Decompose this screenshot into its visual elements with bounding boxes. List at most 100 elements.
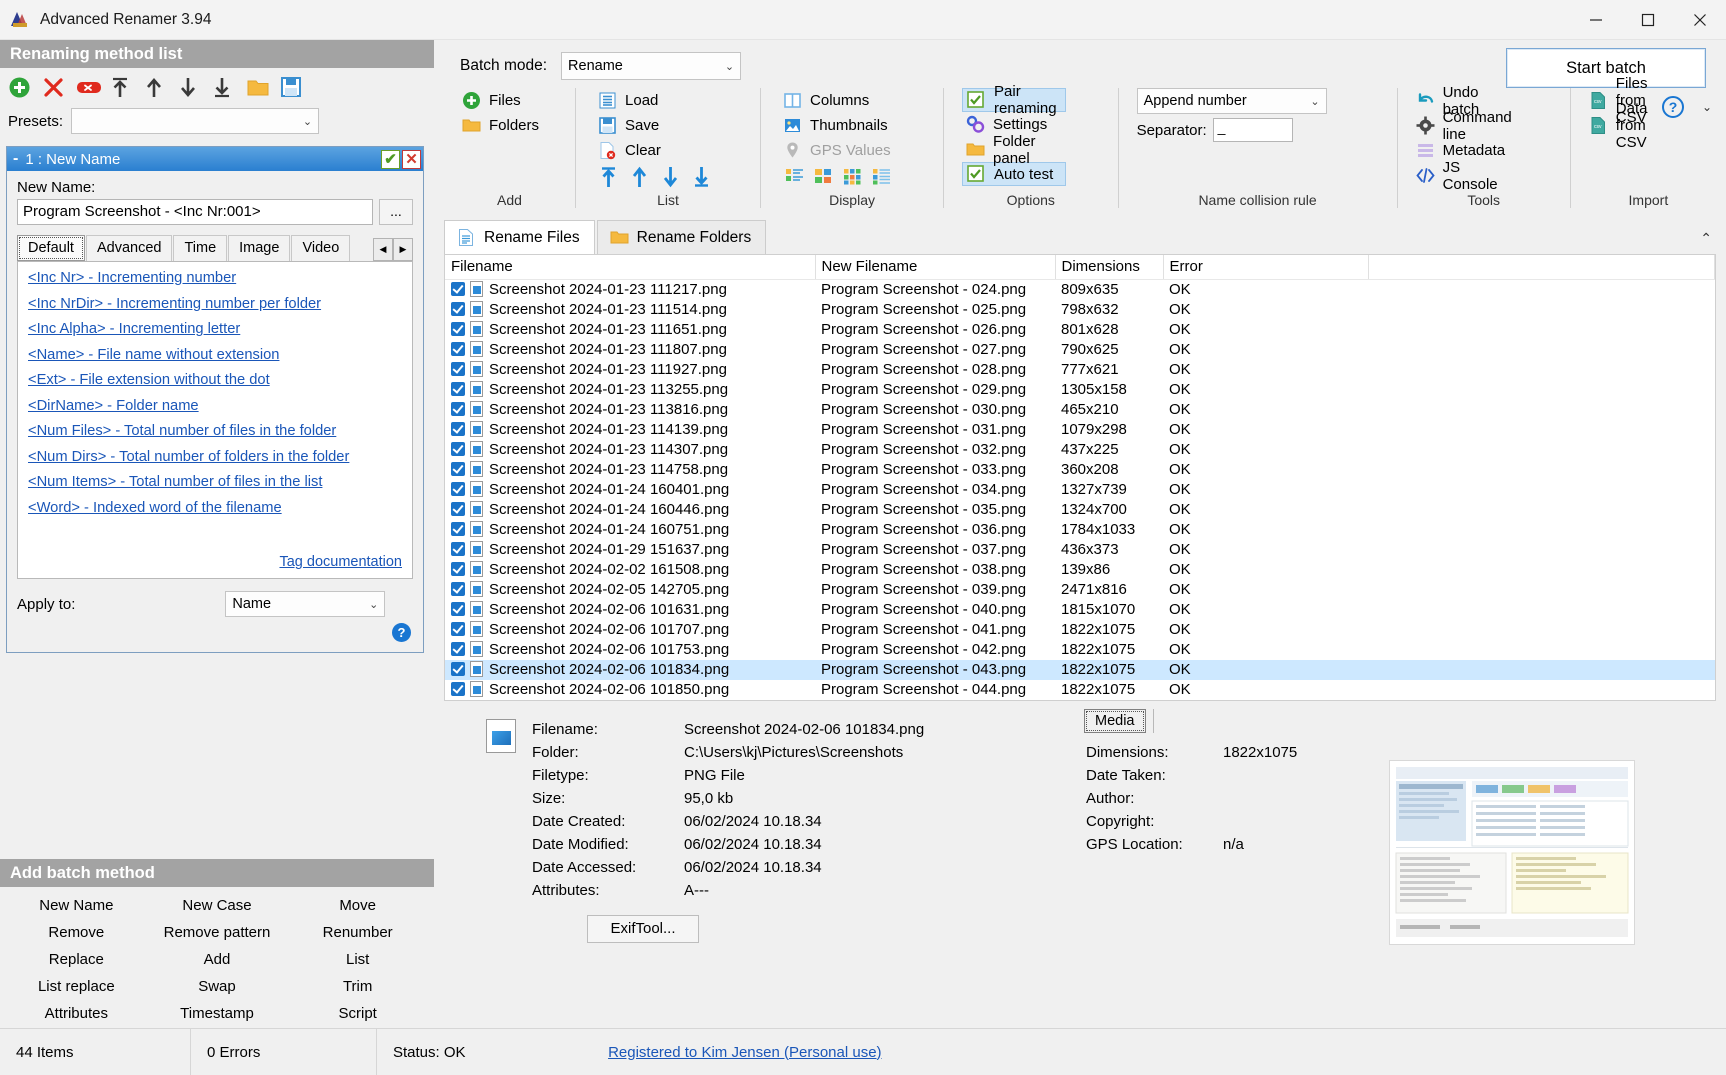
row-checkbox[interactable] bbox=[451, 642, 465, 656]
tag-link[interactable]: <Num Files> - Total number of files in t… bbox=[28, 423, 402, 439]
table-row[interactable]: Screenshot 2024-01-24 160446.pngProgram … bbox=[445, 500, 1715, 520]
table-row[interactable]: Screenshot 2024-02-06 101834.pngProgram … bbox=[445, 660, 1715, 680]
ribbon-item-clear[interactable]: Clear bbox=[598, 138, 712, 163]
ribbon-item-folders[interactable]: Folders bbox=[462, 113, 539, 138]
table-row[interactable]: Screenshot 2024-02-06 101753.pngProgram … bbox=[445, 640, 1715, 660]
tab-scroll-left-icon[interactable]: ◀ bbox=[373, 238, 393, 261]
batch-method-renumber[interactable]: Renumber bbox=[287, 924, 428, 941]
method-help-icon[interactable]: ? bbox=[392, 623, 411, 642]
ribbon-item-columns[interactable]: Columns bbox=[783, 88, 891, 113]
ribbon-item-command-line[interactable]: Command line bbox=[1416, 113, 1512, 138]
view-list-icon[interactable] bbox=[785, 167, 804, 186]
row-checkbox[interactable] bbox=[451, 662, 465, 676]
ribbon-item-folder-panel[interactable]: Folder panel bbox=[966, 137, 1066, 162]
table-row[interactable]: Screenshot 2024-02-06 101850.pngProgram … bbox=[445, 680, 1715, 700]
list-move-up-icon[interactable] bbox=[631, 166, 650, 185]
tag-link[interactable]: <DirName> - Folder name bbox=[28, 398, 402, 414]
tag-link[interactable]: <Word> - Indexed word of the filename bbox=[28, 500, 402, 516]
minimize-icon[interactable] bbox=[1570, 0, 1622, 40]
batch-method-new-case[interactable]: New Case bbox=[147, 897, 288, 914]
batch-method-remove-pattern[interactable]: Remove pattern bbox=[147, 924, 288, 941]
collapse-icon[interactable]: - bbox=[13, 153, 18, 165]
table-row[interactable]: Screenshot 2024-01-23 113255.pngProgram … bbox=[445, 380, 1715, 400]
row-checkbox[interactable] bbox=[451, 562, 465, 576]
batch-method-attributes[interactable]: Attributes bbox=[6, 1005, 147, 1022]
tag-link[interactable]: <Name> - File name without extension bbox=[28, 347, 402, 363]
table-row[interactable]: Screenshot 2024-01-29 151637.pngProgram … bbox=[445, 540, 1715, 560]
registration-link[interactable]: Registered to Kim Jensen (Personal use) bbox=[608, 1044, 881, 1061]
move-top-icon[interactable] bbox=[110, 76, 133, 99]
delete-method-icon[interactable] bbox=[42, 76, 65, 99]
row-checkbox[interactable] bbox=[451, 282, 465, 296]
row-checkbox[interactable] bbox=[451, 542, 465, 556]
batch-method-new-name[interactable]: New Name bbox=[6, 897, 147, 914]
batch-method-script[interactable]: Script bbox=[287, 1005, 428, 1022]
row-checkbox[interactable] bbox=[451, 362, 465, 376]
batch-method-trim[interactable]: Trim bbox=[287, 978, 428, 995]
list-move-down-icon[interactable] bbox=[662, 166, 681, 185]
ribbon-item-thumbnails[interactable]: Thumbnails bbox=[783, 113, 891, 138]
row-checkbox[interactable] bbox=[451, 402, 465, 416]
list-move-bottom-icon[interactable] bbox=[693, 166, 712, 185]
tab-default[interactable]: Default bbox=[17, 235, 85, 261]
table-row[interactable]: Screenshot 2024-01-23 111927.pngProgram … bbox=[445, 360, 1715, 380]
row-checkbox[interactable] bbox=[451, 622, 465, 636]
row-checkbox[interactable] bbox=[451, 502, 465, 516]
row-checkbox[interactable] bbox=[451, 302, 465, 316]
row-checkbox[interactable] bbox=[451, 682, 465, 696]
row-checkbox[interactable] bbox=[451, 582, 465, 596]
move-down-icon[interactable] bbox=[178, 76, 201, 99]
row-checkbox[interactable] bbox=[451, 522, 465, 536]
table-row[interactable]: Screenshot 2024-01-23 114758.pngProgram … bbox=[445, 460, 1715, 480]
table-row[interactable]: Screenshot 2024-01-23 111807.pngProgram … bbox=[445, 340, 1715, 360]
column-header-dimensions[interactable]: Dimensions bbox=[1055, 255, 1163, 280]
batch-method-swap[interactable]: Swap bbox=[147, 978, 288, 995]
batch-method-replace[interactable]: Replace bbox=[6, 951, 147, 968]
new-name-input[interactable]: Program Screenshot - <Inc Nr:001> bbox=[17, 199, 373, 225]
ribbon-item-gps-values[interactable]: GPS Values bbox=[783, 138, 891, 163]
exiftool-button[interactable]: ExifTool... bbox=[587, 915, 699, 943]
row-checkbox[interactable] bbox=[451, 482, 465, 496]
ribbon-item-js-console[interactable]: JS Console bbox=[1416, 163, 1512, 188]
tab-scroll-right-icon[interactable]: ▶ bbox=[393, 238, 413, 261]
tag-link[interactable]: <Num Dirs> - Total number of folders in … bbox=[28, 449, 402, 465]
table-row[interactable]: Screenshot 2024-01-23 111651.pngProgram … bbox=[445, 320, 1715, 340]
batch-method-remove[interactable]: Remove bbox=[6, 924, 147, 941]
ribbon-item-auto-test[interactable]: Auto test bbox=[962, 162, 1066, 186]
tab-rename-files[interactable]: Rename Files bbox=[444, 220, 595, 254]
table-row[interactable]: Screenshot 2024-01-23 114139.pngProgram … bbox=[445, 420, 1715, 440]
tab-video[interactable]: Video bbox=[291, 235, 350, 261]
move-up-icon[interactable] bbox=[144, 76, 167, 99]
tab-image[interactable]: Image bbox=[228, 235, 290, 261]
column-header-new-filename[interactable]: New Filename bbox=[815, 255, 1055, 280]
maximize-icon[interactable] bbox=[1622, 0, 1674, 40]
batch-method-move[interactable]: Move bbox=[287, 897, 428, 914]
tag-link[interactable]: <Inc Alpha> - Incrementing letter bbox=[28, 321, 402, 337]
ribbon-item-pair-renaming[interactable]: Pair renaming bbox=[962, 88, 1066, 112]
tab-time[interactable]: Time bbox=[173, 235, 227, 261]
method-card-title-bar[interactable]: - 1 : New Name ✔ ✕ bbox=[7, 147, 423, 171]
row-checkbox[interactable] bbox=[451, 382, 465, 396]
view-tiles-icon[interactable] bbox=[814, 167, 833, 186]
table-row[interactable]: Screenshot 2024-02-06 101707.pngProgram … bbox=[445, 620, 1715, 640]
tag-link[interactable]: <Ext> - File extension without the dot bbox=[28, 372, 402, 388]
chevron-up-icon[interactable]: ⌃ bbox=[1700, 230, 1712, 247]
clear-methods-icon[interactable] bbox=[76, 76, 99, 99]
save-icon[interactable] bbox=[280, 76, 303, 99]
table-row[interactable]: Screenshot 2024-01-23 113816.pngProgram … bbox=[445, 400, 1715, 420]
ribbon-item-load[interactable]: Load bbox=[598, 88, 712, 113]
separator-input[interactable]: _ bbox=[1213, 118, 1293, 142]
presets-dropdown[interactable]: ⌄ bbox=[71, 108, 319, 134]
table-row[interactable]: Screenshot 2024-01-24 160751.pngProgram … bbox=[445, 520, 1715, 540]
close-icon[interactable] bbox=[1674, 0, 1726, 40]
table-row[interactable]: Screenshot 2024-01-23 114307.pngProgram … bbox=[445, 440, 1715, 460]
table-row[interactable]: Screenshot 2024-01-23 111514.pngProgram … bbox=[445, 300, 1715, 320]
batch-mode-dropdown[interactable]: Rename ⌄ bbox=[561, 52, 741, 80]
tag-link[interactable]: <Num Items> - Total number of files in t… bbox=[28, 474, 402, 490]
new-name-browse-button[interactable]: ... bbox=[379, 199, 413, 225]
tag-link[interactable]: <Inc Nr> - Incrementing number bbox=[28, 270, 402, 286]
view-grid-icon[interactable] bbox=[843, 167, 862, 186]
start-batch-button[interactable]: Start batch bbox=[1506, 48, 1706, 88]
tag-documentation-link[interactable]: Tag documentation bbox=[279, 554, 402, 570]
column-header-filename[interactable]: Filename bbox=[445, 255, 815, 280]
